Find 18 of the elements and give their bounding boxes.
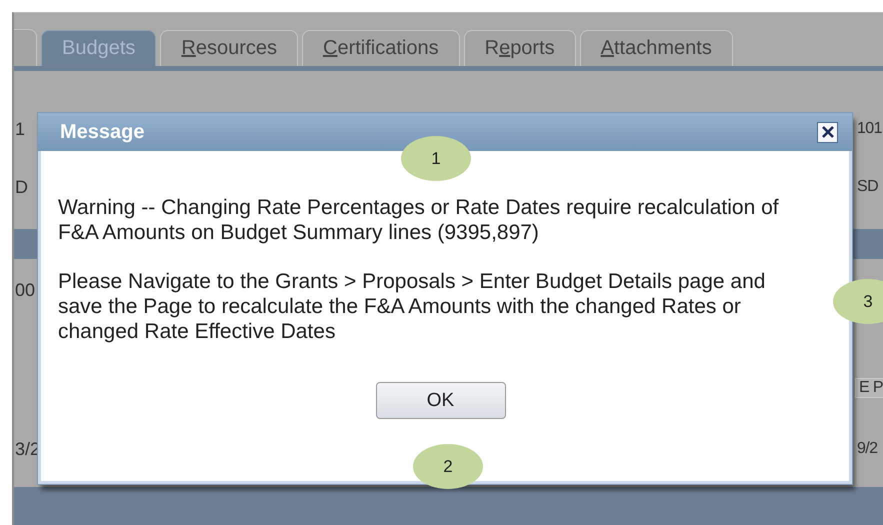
- field-text: 1: [14, 118, 26, 140]
- tab[interactable]: Attachments: [580, 30, 733, 66]
- column-header: E P: [855, 378, 883, 398]
- field-text: SD: [857, 178, 880, 196]
- field-text: 101: [857, 120, 883, 138]
- message-text: Please Navigate to the Grants > Proposals > Enter Budget Details page and save the Page to recalculate the F&A Amounts with the changed Rates or changed Rate Effective Dates: [58, 269, 766, 344]
- tab[interactable]: Reports: [464, 30, 576, 66]
- tab[interactable]: Resources: [160, 30, 298, 66]
- message-text: Warning -- Changing Rate Percentages or Rate Dates require recalculation of F&A Amounts on Budget Summary lines (9395,897): [58, 195, 780, 245]
- tab[interactable]: Budgets: [41, 30, 156, 66]
- field-text: D: [14, 176, 29, 198]
- close-button[interactable]: [817, 122, 838, 142]
- close-icon: [820, 125, 834, 139]
- tab[interactable]: Certifications: [302, 30, 460, 66]
- field-text: 9/2: [857, 440, 878, 458]
- dialog-title: Message: [60, 120, 144, 144]
- field-text: 00: [14, 280, 36, 300]
- ok-button[interactable]: OK: [376, 382, 506, 419]
